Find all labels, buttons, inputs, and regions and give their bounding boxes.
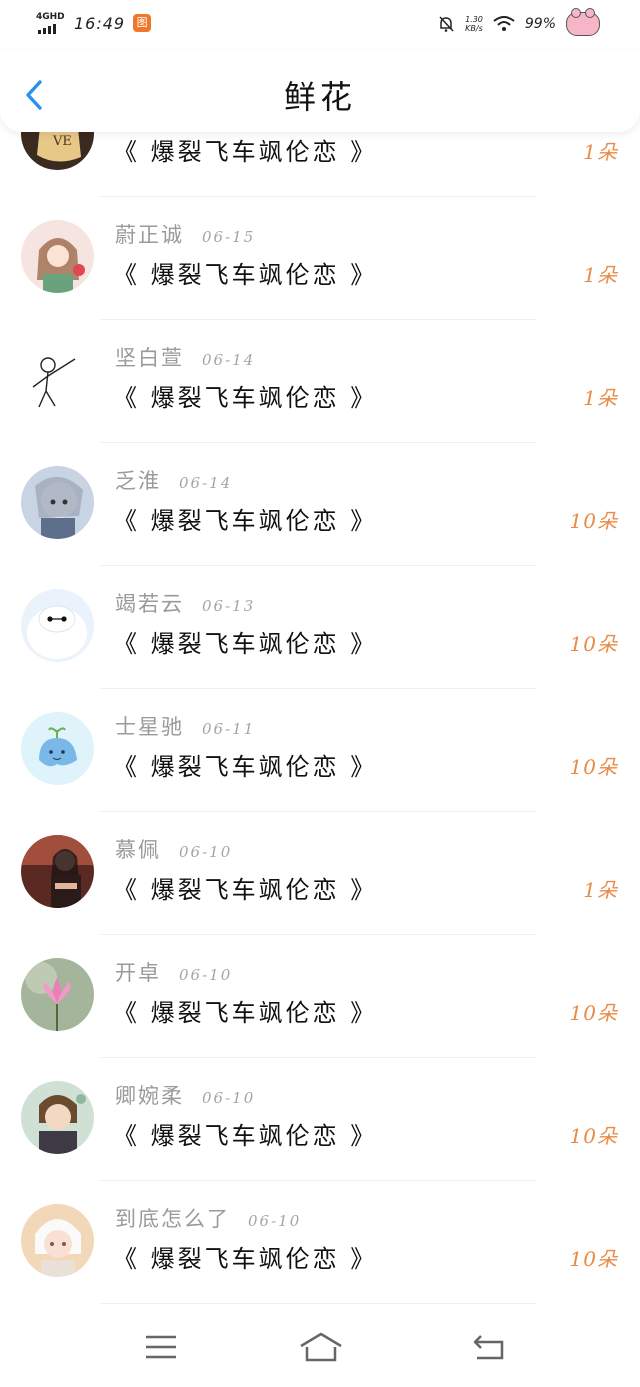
list-item[interactable]: 乏淮 06-14 《 爆裂飞车飒伦恋 》 10朵: [0, 443, 640, 566]
work-title[interactable]: 《 爆裂飞车飒伦恋 》: [113, 870, 377, 905]
flower-count: 10朵: [569, 1124, 618, 1148]
work-title[interactable]: 《 爆裂飞车飒伦恋 》: [113, 993, 377, 1028]
item-meta: 开卓 06-10: [115, 957, 232, 987]
flower-count: 1朵: [583, 263, 618, 287]
item-meta: 士星驰 06-11: [115, 711, 255, 741]
work-title[interactable]: 《 爆裂飞车飒伦恋 》: [113, 501, 377, 536]
work-title[interactable]: 《 爆裂飞车飒伦恋 》: [113, 747, 377, 782]
avatar[interactable]: [21, 220, 94, 293]
flower-list: VE珎熙梧06-15《 爆裂飞车飒伦恋 》1朵蔚正诚06-15《 爆裂飞车飒伦恋…: [0, 132, 640, 1307]
avatar[interactable]: [21, 466, 94, 539]
status-right: 1.30 KB/s 99%: [437, 8, 600, 36]
wifi-icon: [493, 16, 515, 31]
flower-count: 10朵: [569, 1001, 618, 1025]
user-name[interactable]: 乏淮: [115, 469, 161, 493]
item-meta: 乏淮 06-14: [115, 465, 232, 495]
avatar[interactable]: VE: [21, 132, 94, 170]
avatar[interactable]: [21, 835, 94, 908]
network-speed: 1.30 KB/s: [465, 15, 483, 33]
status-time: 16:49: [74, 13, 126, 33]
gift-date: 06-13: [202, 597, 256, 615]
gift-date: 06-14: [179, 474, 233, 492]
avatar[interactable]: [21, 343, 94, 416]
user-name[interactable]: 士星驰: [115, 715, 184, 739]
mute-bell-icon: [439, 16, 454, 32]
list-item[interactable]: 开卓 06-10 《 爆裂飞车飒伦恋 》 10朵: [0, 935, 640, 1058]
work-title[interactable]: 《 爆裂飞车飒伦恋 》: [113, 132, 377, 167]
item-meta: 竭若云 06-13: [115, 588, 255, 618]
list-item[interactable]: 蔚正诚 06-15 《 爆裂飞车飒伦恋 》 1朵: [0, 197, 640, 320]
return-icon[interactable]: [469, 1329, 509, 1365]
work-title[interactable]: 《 爆裂飞车飒伦恋 》: [113, 255, 377, 290]
flower-count: 10朵: [569, 632, 618, 656]
item-meta: 到底怎么了 06-10: [115, 1203, 301, 1233]
gift-date: 06-11: [202, 720, 256, 738]
flower-count: 10朵: [569, 509, 618, 533]
gift-date: 06-10: [248, 1212, 302, 1230]
gift-date: 06-10: [179, 966, 233, 984]
user-name[interactable]: 竭若云: [115, 592, 184, 616]
gift-date: 06-14: [202, 351, 256, 369]
user-name[interactable]: 到底怎么了: [115, 1207, 230, 1231]
speed-unit: KB/s: [465, 24, 483, 33]
status-left: 4GHD 16:49 图: [36, 12, 152, 34]
user-name[interactable]: 慕佩: [115, 838, 161, 862]
flower-count: 1朵: [583, 386, 618, 410]
avatar[interactable]: [21, 712, 94, 785]
work-title[interactable]: 《 爆裂飞车飒伦恋 》: [113, 378, 377, 413]
item-meta: 卿婉柔 06-10: [115, 1080, 255, 1110]
avatar[interactable]: [21, 1204, 94, 1277]
home-icon[interactable]: [298, 1329, 344, 1365]
item-meta: 蔚正诚 06-15: [115, 219, 255, 249]
list-item[interactable]: 竭若云 06-13 《 爆裂飞车飒伦恋 》 10朵: [0, 566, 640, 689]
user-name[interactable]: 卿婉柔: [115, 1084, 184, 1108]
list-item[interactable]: 士星驰 06-11 《 爆裂飞车飒伦恋 》 10朵: [0, 689, 640, 812]
gift-date: 06-10: [179, 843, 233, 861]
gift-date: 06-10: [202, 1089, 256, 1107]
battery-level: 99%: [524, 16, 556, 32]
user-name[interactable]: 坚白萱: [115, 346, 184, 370]
list-item[interactable]: 卿婉柔 06-10 《 爆裂飞车飒伦恋 》 10朵: [0, 1058, 640, 1181]
top-header: 鲜花: [0, 50, 640, 132]
page-title: 鲜花: [283, 78, 356, 116]
item-meta: 坚白萱 06-14: [115, 342, 255, 372]
avatar[interactable]: [21, 589, 94, 662]
status-bar: 4GHD 16:49 图 1.30 KB/s 99%: [0, 0, 640, 50]
menu-icon[interactable]: [141, 1329, 181, 1365]
work-title[interactable]: 《 爆裂飞车飒伦恋 》: [113, 1239, 377, 1274]
gift-date: 06-15: [202, 228, 256, 246]
user-name[interactable]: 蔚正诚: [115, 223, 184, 247]
item-meta: 慕佩 06-10: [115, 834, 232, 864]
work-title[interactable]: 《 爆裂飞车飒伦恋 》: [113, 624, 377, 659]
flower-count: 1朵: [583, 140, 618, 164]
signal-icon: 4GHD: [36, 12, 66, 34]
avatar[interactable]: [21, 1081, 94, 1154]
flower-count: 10朵: [569, 755, 618, 779]
list-item[interactable]: 到底怎么了 06-10 《 爆裂飞车飒伦恋 》 10朵: [0, 1181, 640, 1304]
user-name[interactable]: 开卓: [115, 961, 161, 985]
work-title[interactable]: 《 爆裂飞车飒伦恋 》: [113, 1116, 377, 1151]
flower-count: 10朵: [569, 1247, 618, 1271]
network-type: 4GHD: [36, 12, 65, 22]
system-nav-bar: [0, 1307, 640, 1387]
list-item[interactable]: 慕佩 06-10 《 爆裂飞车飒伦恋 》 1朵: [0, 812, 640, 935]
app-notification-icon: 图: [133, 14, 152, 32]
list-item[interactable]: VE珎熙梧06-15《 爆裂飞车飒伦恋 》1朵: [0, 132, 640, 197]
divider: [100, 1303, 536, 1304]
pig-icon: [566, 8, 600, 36]
svg-text:VE: VE: [52, 134, 72, 149]
list-item[interactable]: 坚白萱 06-14 《 爆裂飞车飒伦恋 》 1朵: [0, 320, 640, 443]
speed-value: 1.30: [465, 15, 483, 24]
flower-count: 1朵: [583, 878, 618, 902]
avatar[interactable]: [21, 958, 94, 1031]
